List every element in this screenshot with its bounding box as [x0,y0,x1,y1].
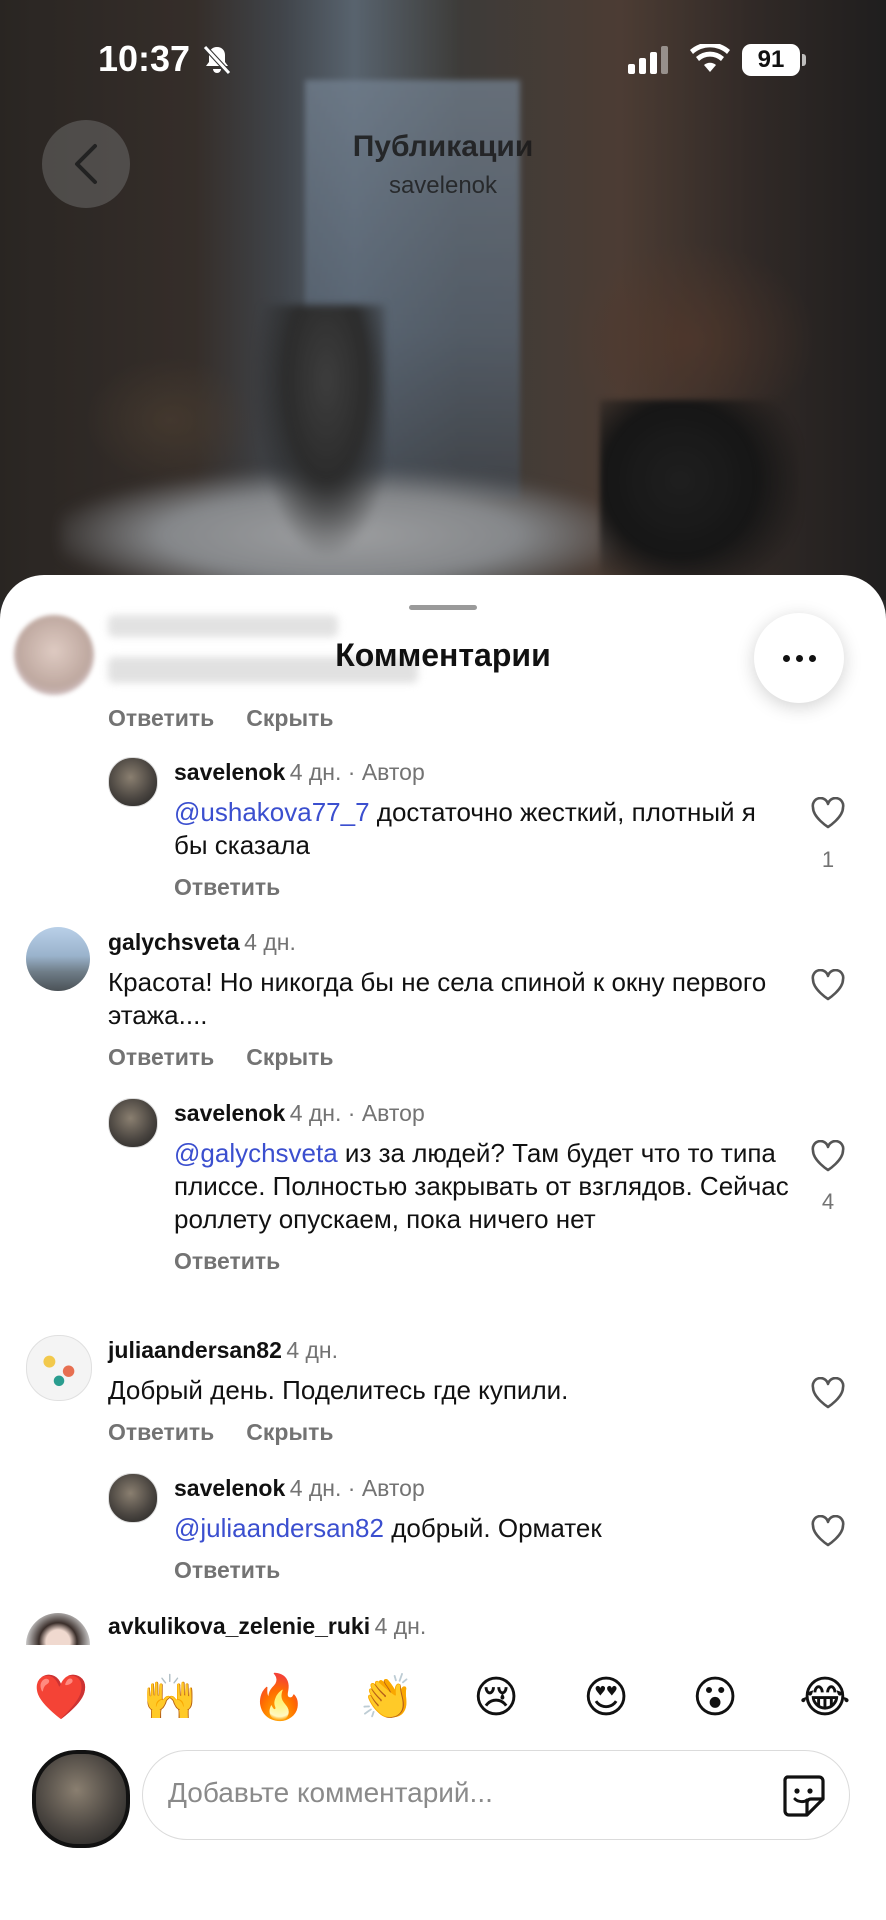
list-item: juliaandersan82 4 дн. Добрый день. Подел… [108,1337,798,1446]
page-subtitle: savelenok [388,172,498,199]
hide-button[interactable]: Скрыть [246,1044,333,1070]
reply-button[interactable]: Ответить [174,874,280,900]
emoji-button[interactable]: 😢 [461,1668,531,1728]
battery-icon: 91 [742,44,800,76]
emoji-button[interactable]: 👏 [352,1668,422,1728]
reply-button[interactable]: Ответить [174,1557,280,1583]
heart-icon[interactable] [810,1377,846,1409]
list-item: avkulikova_zelenie_ruki 4 дн. [108,1613,798,1640]
status-time: 10:37 [98,38,191,79]
comment-username[interactable]: savelenok [174,1100,285,1126]
mention-link[interactable]: @ushakova77_7 [174,797,370,827]
more-horizontal-icon [782,654,790,662]
battery-tip [802,54,806,66]
avatar[interactable] [26,1335,92,1401]
heart-icon[interactable] [810,797,846,829]
page-title: Публикации [352,130,534,163]
comment-meta: 4 дн. · Автор [289,1475,425,1501]
emoji-button[interactable]: ❤️ [26,1668,96,1728]
emoji-button[interactable]: 🙌 [135,1668,205,1728]
comment-text: Добрый день. Поделитесь где купили. [108,1375,569,1405]
emoji-reaction-bar: ❤️ 🙌 🔥 👏 😢 😍 😮 😂 [0,1668,886,1728]
emoji-button[interactable]: 🔥 [244,1668,314,1728]
comment-text: @galychsveta из за людей? Там будет что … [174,1138,789,1234]
comment-input[interactable]: Добавьте комментарий... [142,1750,850,1840]
comment-meta: 4 дн. · Автор [289,1100,425,1126]
reply-button[interactable]: Ответить [108,1419,214,1445]
comment-actions: Ответить Скрыть [108,705,366,732]
wifi-icon [690,44,730,72]
heart-icon[interactable] [810,1140,846,1172]
hide-button[interactable]: Скрыть [246,1419,333,1445]
emoji-button[interactable]: 😍 [571,1668,641,1728]
list-item: galychsveta 4 дн. Красота! Но никогда бы… [108,929,798,1071]
heart-icon[interactable] [810,1515,846,1547]
avatar[interactable] [108,1098,158,1148]
emoji-button[interactable]: 😂 [790,1668,860,1728]
comment-username[interactable]: savelenok [174,759,285,785]
avatar[interactable] [108,757,158,807]
reply-button[interactable]: Ответить [108,705,214,731]
like-count: 1 [821,847,835,872]
signal-icon [628,46,668,74]
comment-text: @juliaandersan82 добрый. Орматек [174,1513,602,1543]
list-item: savelenok 4 дн. · Автор @juliaandersan82… [174,1475,794,1584]
bell-slash-icon [203,45,231,75]
heart-icon[interactable] [810,969,846,1001]
avatar[interactable] [108,1473,158,1523]
faded-username [108,615,338,637]
hide-button[interactable]: Скрыть [246,705,333,731]
comment-text: @ushakova77_7 достаточно жесткий, плотны… [174,797,756,860]
emoji-button[interactable]: 😮 [680,1668,750,1728]
mention-link[interactable]: @juliaandersan82 [174,1513,384,1543]
avatar[interactable] [26,927,90,991]
list-item: savelenok 4 дн. · Автор @galychsveta из … [174,1100,794,1275]
current-user-avatar [32,1750,130,1848]
comment-meta: 4 дн. [286,1337,339,1363]
comment-username[interactable]: avkulikova_zelenie_ruki [108,1613,370,1639]
status-bar: 10:37 91 [0,0,886,120]
reply-button[interactable]: Ответить [108,1044,214,1070]
sticker-icon[interactable] [779,1771,827,1819]
mention-link[interactable]: @galychsveta [174,1138,338,1168]
comment-username[interactable]: juliaandersan82 [108,1337,282,1363]
sheet-grabber[interactable] [409,605,477,610]
more-button[interactable] [754,613,844,703]
like-count: 4 [821,1189,835,1214]
comment-meta: 4 дн. · Автор [289,759,425,785]
comment-meta: 4 дн. [374,1613,427,1639]
reply-button[interactable]: Ответить [174,1248,280,1274]
comment-meta: 4 дн. [244,929,296,955]
comment-text: Красота! Но никогда бы не села спиной к … [108,967,767,1030]
comment-input-placeholder: Добавьте комментарий... [168,1777,493,1808]
list-item: savelenok 4 дн. · Автор @ushakova77_7 до… [174,759,794,901]
comment-username[interactable]: savelenok [174,1475,285,1501]
comment-username[interactable]: galychsveta [108,929,240,955]
